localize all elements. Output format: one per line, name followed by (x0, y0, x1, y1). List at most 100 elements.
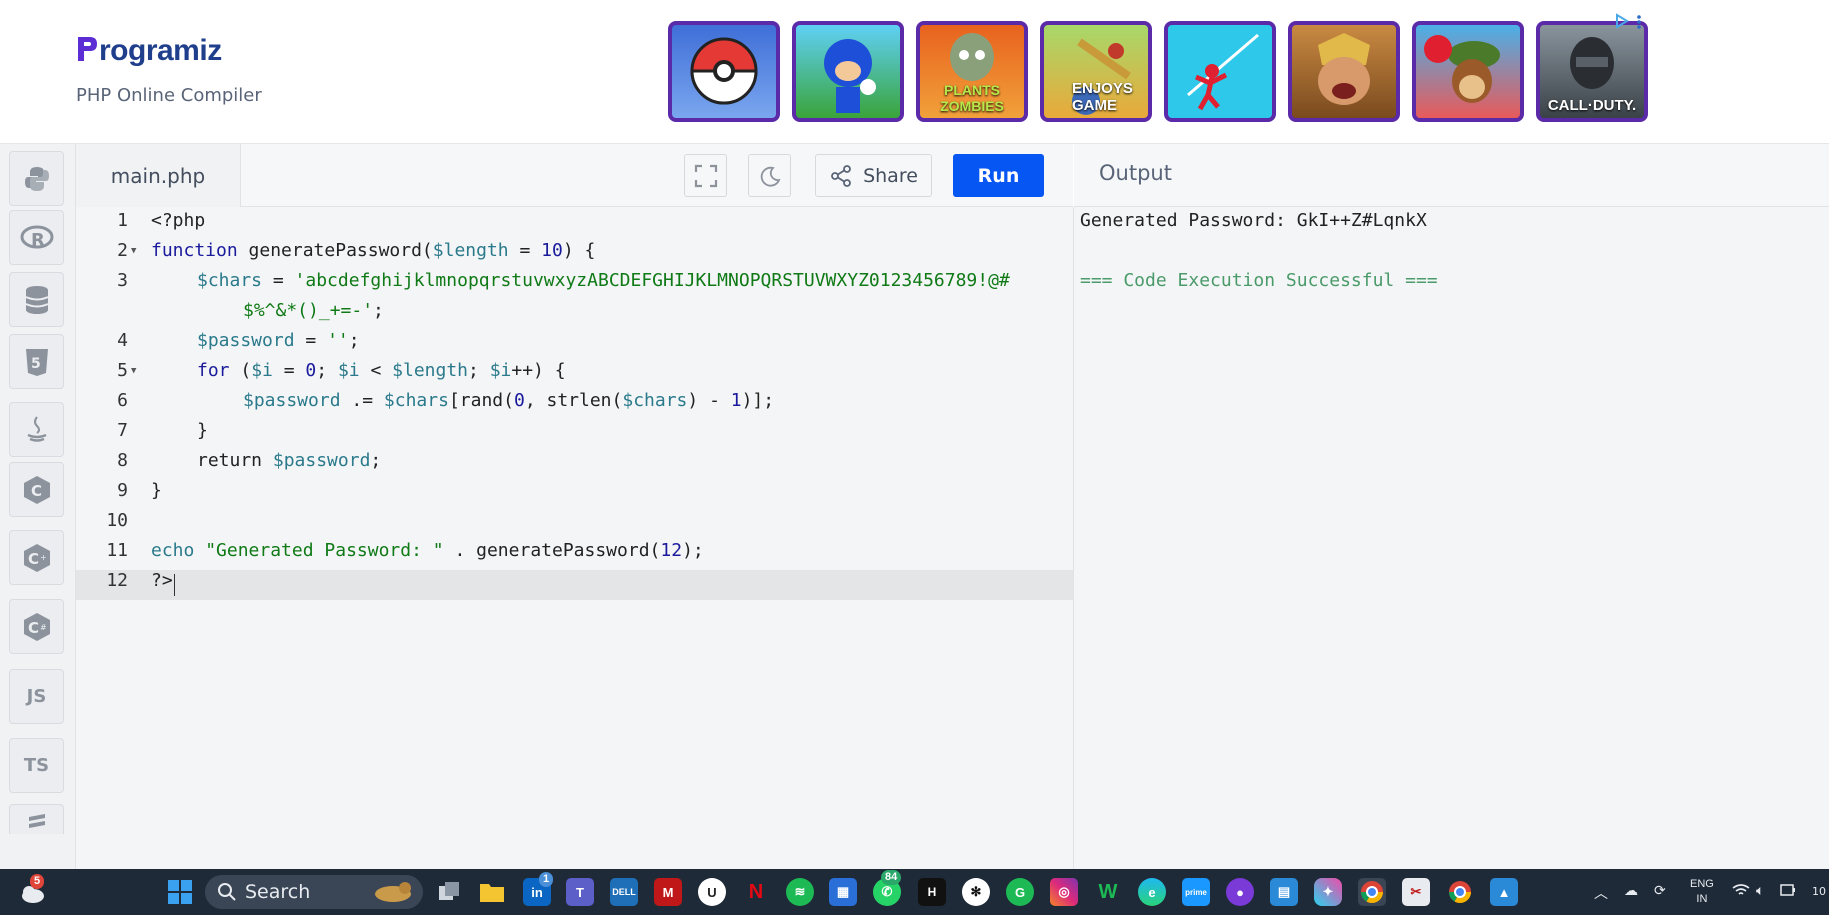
line-number: 11 (106, 540, 128, 561)
code-line: $%^&*()_+=-'; (243, 300, 384, 321)
programiz-logo-icon (78, 37, 97, 61)
share-button[interactable]: Share (815, 154, 932, 197)
instagram-icon[interactable]: ◎ (1050, 878, 1078, 906)
clock-time[interactable]: 10 (1812, 885, 1826, 898)
wifi-icon[interactable] (1732, 883, 1750, 901)
svg-text:C: C (28, 550, 39, 568)
code-editor[interactable]: 1 2 3 4 5 6 7 8 9 10 11 12 ▼ ▼ <?php fun… (76, 207, 1074, 869)
java-icon[interactable] (9, 402, 64, 457)
whatsapp-icon[interactable]: ✆ 84 (873, 870, 902, 906)
svg-text:C: C (31, 482, 42, 500)
taskbar-search-box[interactable]: Search (205, 875, 423, 909)
grammarly-icon[interactable]: G (1006, 878, 1034, 906)
ad-plants-vs-zombies-label: PLANTS ZOMBIES (940, 82, 1004, 114)
search-highlight-icon (375, 882, 411, 902)
chatgpt-icon[interactable]: ✻ (962, 878, 990, 906)
fold-arrow-icon[interactable]: ▼ (131, 366, 136, 376)
database-icon[interactable] (9, 272, 64, 327)
share-icon (831, 164, 851, 187)
ad-stickman[interactable] (1164, 21, 1276, 122)
php-language-icon[interactable] (9, 804, 64, 834)
c-language-icon[interactable]: C (9, 462, 64, 517)
csharp-icon[interactable]: C # (9, 599, 64, 654)
line-number: 7 (117, 420, 128, 441)
r-language-icon[interactable]: R (9, 210, 64, 265)
python-icon[interactable] (9, 151, 64, 206)
code-line: return $password; (197, 450, 382, 471)
search-label: Search (245, 881, 311, 903)
chrome-icon[interactable] (1446, 878, 1474, 906)
sync-icon[interactable]: ⟳ (1654, 883, 1666, 899)
teams-icon[interactable]: T (566, 878, 594, 906)
fold-arrow-icon[interactable]: ▼ (131, 246, 136, 256)
ad-call-of-duty-label: CALL·DUTY. (1547, 97, 1637, 114)
page-subtitle: PHP Online Compiler (76, 85, 262, 106)
linkedin-icon[interactable]: in 1 (523, 872, 554, 906)
brand-text: rogramiz (99, 34, 222, 67)
typescript-icon[interactable]: TS (9, 738, 64, 793)
file-explorer-icon[interactable] (478, 878, 506, 906)
line-number: 3 (117, 270, 128, 291)
ad-bloons[interactable] (1412, 21, 1524, 122)
task-view-icon[interactable] (435, 878, 463, 906)
prime-video-icon[interactable]: prime (1182, 878, 1210, 906)
dark-mode-toggle[interactable] (748, 154, 791, 197)
ad-choices-icon[interactable] (1614, 12, 1644, 32)
edge-icon[interactable]: e (1138, 878, 1166, 906)
run-button[interactable]: Run (953, 154, 1044, 197)
ad-lords-mobile[interactable] (1288, 21, 1400, 122)
windows-start-icon[interactable] (166, 878, 194, 906)
netflix-icon[interactable]: N (742, 878, 770, 906)
line-number: 1 (117, 210, 128, 231)
microsoft-store-icon[interactable]: ▦ (829, 878, 857, 906)
ad-call-of-duty[interactable]: CALL·DUTY. (1536, 21, 1648, 122)
output-panel: Generated Password: GkI++Z#LqnkX === Cod… (1074, 207, 1829, 869)
battery-icon[interactable] (1780, 883, 1796, 901)
fullscreen-icon (694, 164, 717, 187)
show-hidden-icons-chevron-icon[interactable]: ︿ (1594, 883, 1608, 903)
language-sidebar: R 5 C C + C # JS TS (0, 144, 76, 869)
svg-text:+: + (40, 553, 47, 562)
ad-sonic[interactable] (792, 21, 904, 122)
language-indicator[interactable]: ENG IN (1690, 877, 1714, 907)
onedrive-icon[interactable]: ☁ (1624, 883, 1638, 899)
cpp-icon[interactable]: C + (9, 530, 64, 585)
svg-text:#: # (40, 623, 47, 632)
output-line: Generated Password: GkI++Z#LqnkX (1080, 210, 1427, 231)
ad-enjoys-game[interactable]: ENJOYS GAME (1040, 21, 1152, 122)
javascript-icon[interactable]: JS (9, 669, 64, 724)
photos-icon[interactable]: ▲ (1490, 878, 1518, 906)
weather-widget-icon[interactable]: 5 (18, 874, 46, 906)
line-number: 9 (117, 480, 128, 501)
fullscreen-button[interactable] (684, 154, 727, 197)
ad-pokemon-go[interactable] (668, 21, 780, 122)
programiz-logo[interactable]: rogramiz (76, 34, 222, 68)
html5-icon[interactable]: 5 (9, 334, 64, 389)
code-line: $chars = 'abcdefghijklmnopqrstuvwxyzABCD… (197, 270, 1010, 291)
typescript-label: TS (23, 755, 50, 776)
moon-icon (760, 166, 780, 187)
dell-icon[interactable]: DELL (610, 878, 638, 906)
search-icon (218, 883, 236, 901)
line-number: 5 (117, 360, 128, 381)
code-line: } (197, 420, 208, 441)
ad-plants-vs-zombies[interactable]: PLANTS ZOMBIES (916, 21, 1028, 122)
media-app-icon[interactable]: ● (1226, 878, 1254, 906)
snipping-tool-icon[interactable]: ✂ (1402, 878, 1430, 906)
wps-icon[interactable]: W (1094, 878, 1122, 906)
sonic-character-icon (824, 39, 876, 113)
file-tab-main-php[interactable]: main.php (76, 144, 241, 207)
spotify-icon[interactable]: ≋ (786, 878, 814, 906)
notes-app-icon[interactable]: ▤ (1270, 878, 1298, 906)
volume-icon[interactable]: 🔈︎ (1756, 883, 1764, 899)
uber-icon[interactable]: U (698, 878, 726, 906)
line-number: 4 (117, 330, 128, 351)
line-number: 8 (117, 450, 128, 471)
code-line: echo "Generated Password: " . generatePa… (151, 540, 704, 561)
hackerrank-icon[interactable]: H (918, 878, 946, 906)
notification-badge: 5 (30, 874, 45, 889)
output-header: Output (1074, 144, 1829, 207)
copilot-icon[interactable]: ✦ (1314, 878, 1342, 906)
mcafee-icon[interactable]: M (654, 878, 682, 906)
chrome-active-icon[interactable] (1358, 878, 1386, 906)
